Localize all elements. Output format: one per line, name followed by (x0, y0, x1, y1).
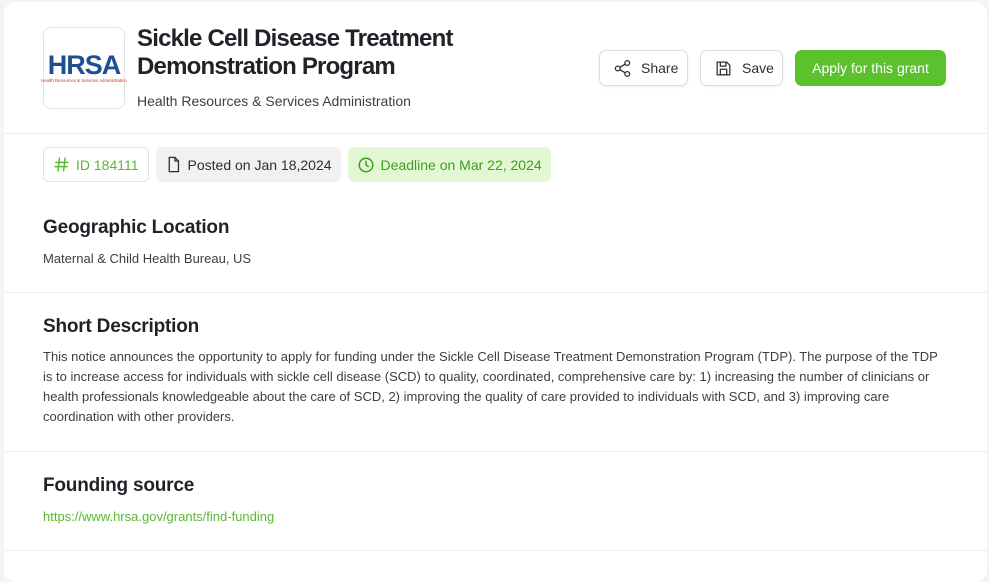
share-label: Share (641, 60, 679, 76)
share-button[interactable]: Share (599, 50, 688, 86)
short-description-heading: Short Description (43, 316, 200, 337)
posted-date-badge: Posted on Jan 18,2024 (155, 147, 341, 182)
logo-subtitle: Health Resources & Services Administrati… (41, 78, 127, 83)
hash-icon (53, 156, 70, 173)
apply-button[interactable]: Apply for this grant (795, 50, 946, 86)
save-label: Save (742, 60, 774, 76)
clock-icon (357, 156, 375, 174)
share-icon (613, 59, 632, 78)
grant-tags: ID 184111 Posted on Jan 18,2024 Deadline… (43, 147, 551, 182)
geo-location-text: Maternal & Child Health Bureau, US (43, 251, 252, 266)
deadline-badge: Deadline on Mar 22, 2024 (347, 147, 551, 182)
logo-mark: HRSA (47, 50, 122, 80)
funding-source-row: https://www.hrsa.gov/grants/find-funding (43, 507, 274, 527)
hrsa-logo: HRSA Health Resources & Services Adminis… (41, 27, 127, 109)
grant-id-label: ID 184111 (76, 156, 139, 173)
grant-card: HRSA Health Resources & Services Adminis… (4, 2, 987, 582)
section-divider (4, 451, 987, 452)
grant-id-badge: ID 184111 (43, 147, 149, 182)
funding-source-heading: Founding source (43, 475, 195, 496)
page-title: Sickle Cell Disease Treatment Demonstrat… (137, 25, 453, 80)
deadline-label: Deadline on Mar 22, 2024 (380, 156, 542, 173)
posted-date-label: Posted on Jan 18,2024 (187, 156, 332, 173)
document-icon (165, 156, 182, 173)
save-icon (714, 59, 733, 78)
save-button[interactable]: Save (700, 50, 783, 86)
grant-header: HRSA Health Resources & Services Adminis… (4, 2, 987, 134)
funding-source-link[interactable]: https://www.hrsa.gov/grants/find-funding (43, 509, 274, 524)
geo-location-heading: Geographic Location (43, 217, 230, 238)
section-divider (4, 550, 987, 551)
section-divider (4, 292, 987, 293)
agency-name: Health Resources & Services Administrati… (137, 93, 411, 109)
short-description-text: This notice announces the opportunity to… (43, 349, 938, 424)
